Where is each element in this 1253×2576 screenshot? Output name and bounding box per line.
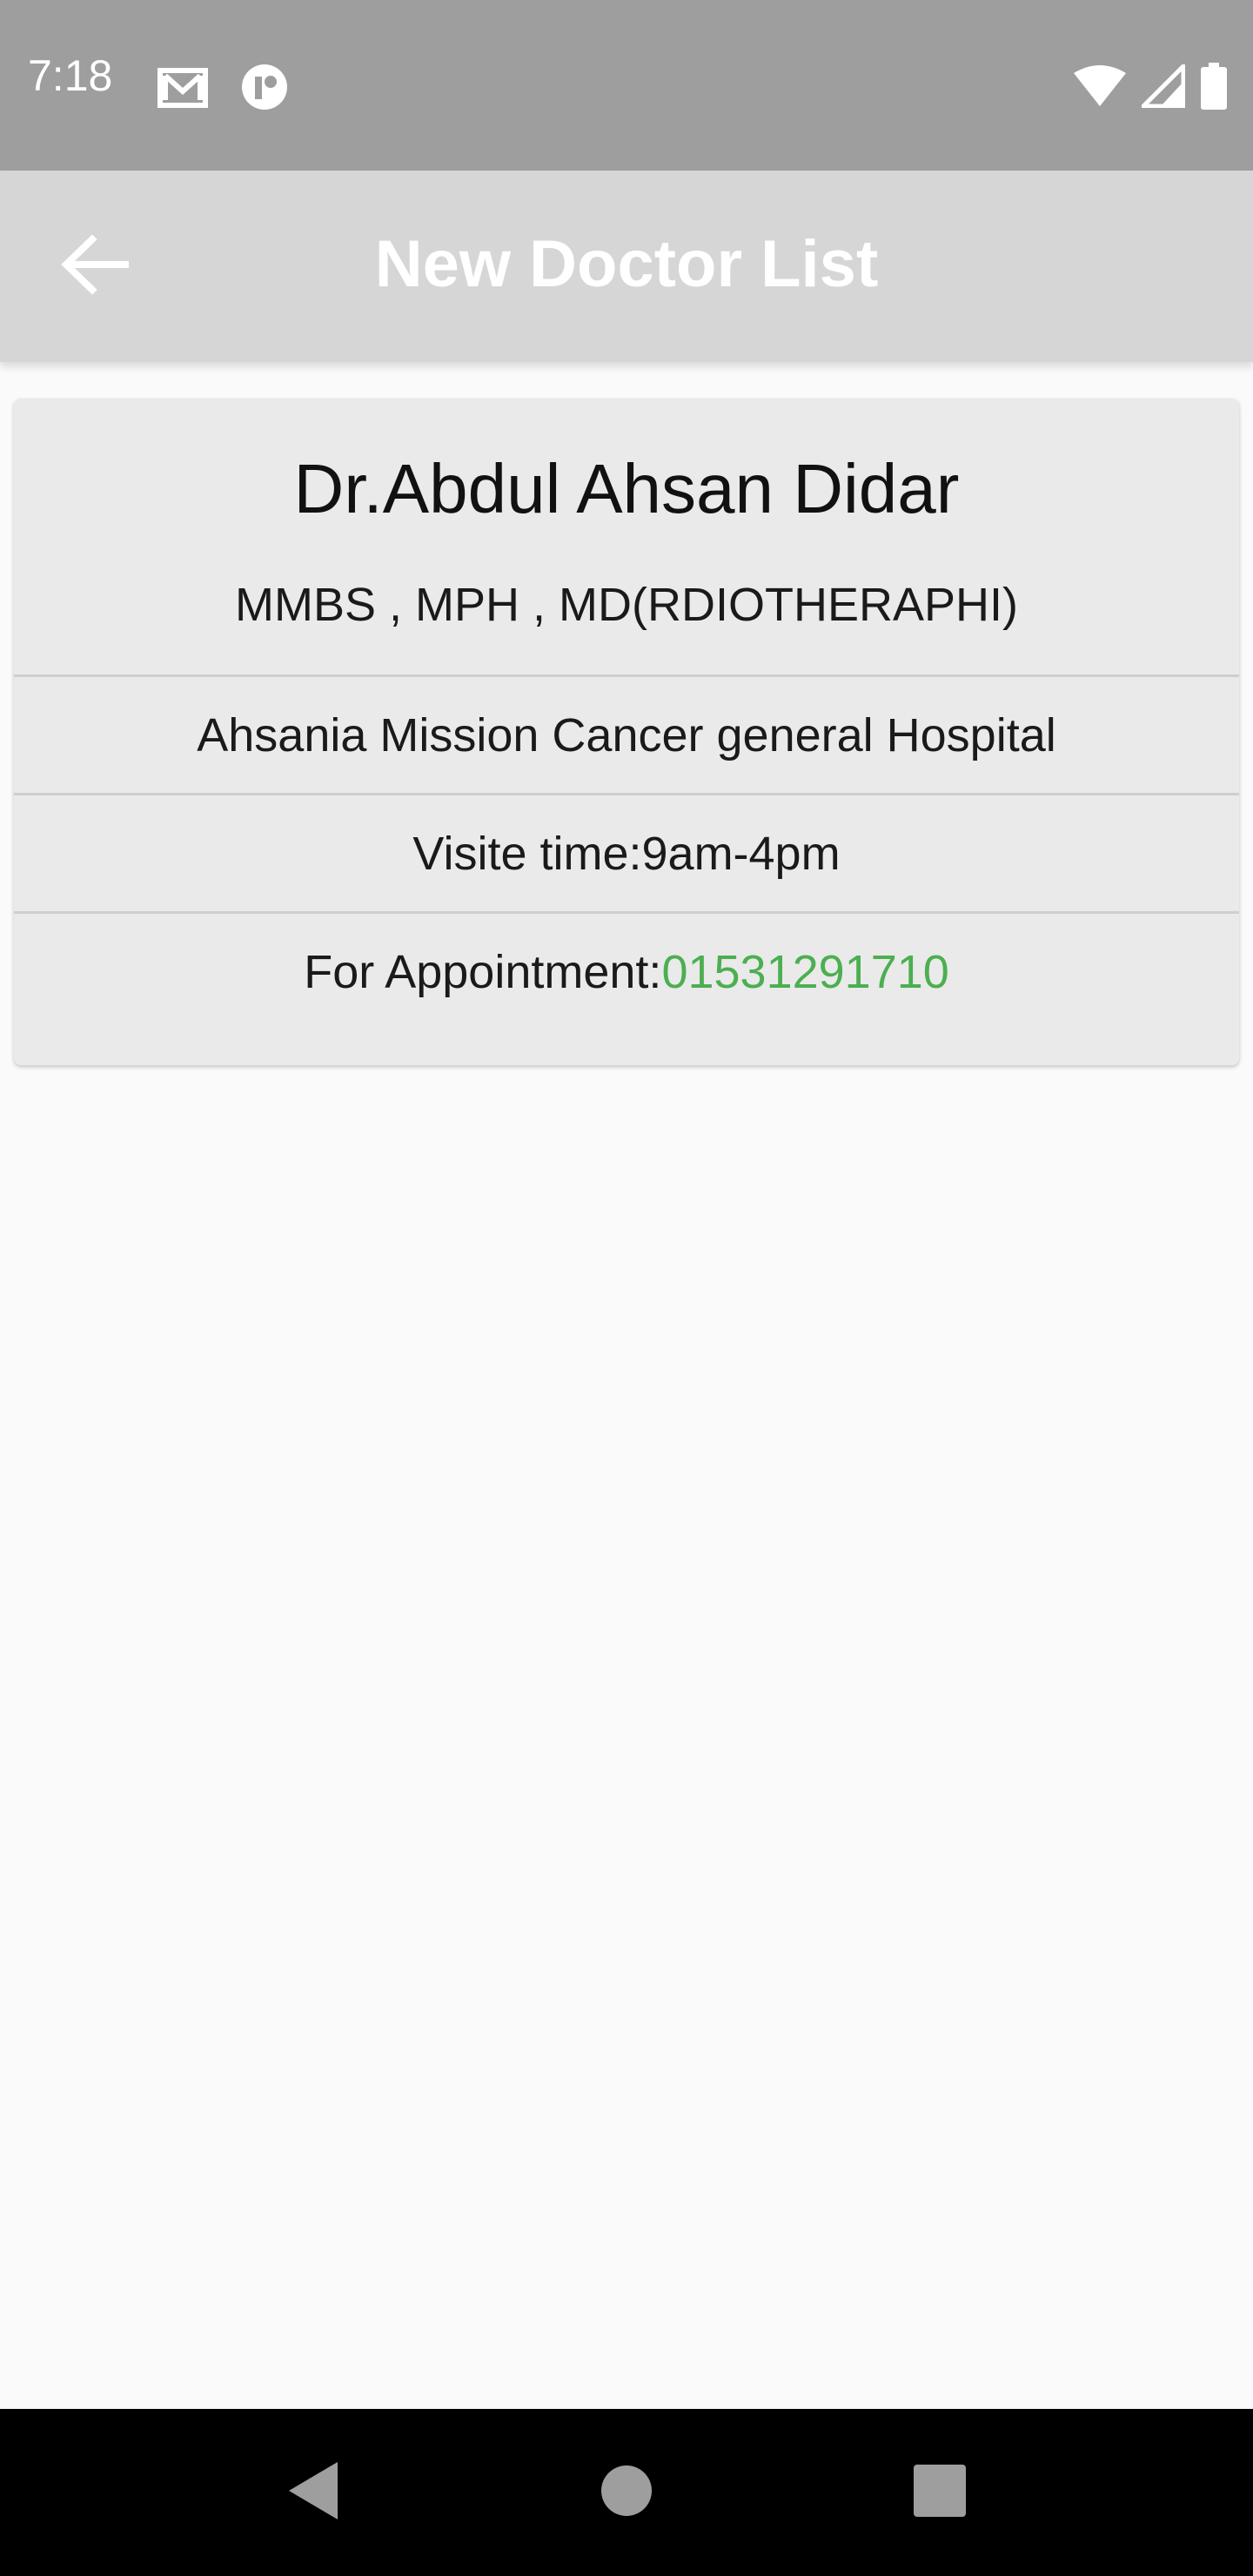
recents-square-icon	[914, 2464, 966, 2521]
app-notification-icon	[240, 63, 289, 116]
gmail-icon	[157, 65, 209, 113]
visit-time-row: Visite time:9am-4pm	[14, 795, 1239, 914]
visit-time: Visite time:9am-4pm	[412, 827, 841, 880]
status-time: 7:18	[28, 51, 113, 100]
back-triangle-icon	[285, 2460, 341, 2526]
nav-recents-button[interactable]	[905, 2458, 975, 2527]
status-bar: 7:18	[0, 0, 1253, 171]
appointment-label: For Appointment:	[304, 946, 662, 998]
appointment-phone-link[interactable]: 01531291710	[661, 945, 948, 999]
system-nav-bar	[0, 2409, 1253, 2576]
appointment-row: For Appointment: 01531291710	[14, 914, 1239, 1062]
page-title: New Doctor List	[374, 227, 879, 301]
doctor-degrees: MMBS , MPH , MD(RDIOTHERAPHI)	[235, 579, 1018, 631]
doctor-card-header: Dr.Abdul Ahsan Didar MMBS , MPH , MD(RDI…	[14, 399, 1239, 677]
nav-home-button[interactable]	[592, 2458, 661, 2527]
doctor-name: Dr.Abdul Ahsan Didar	[293, 450, 960, 527]
doctor-card[interactable]: Dr.Abdul Ahsan Didar MMBS , MPH , MD(RDI…	[14, 399, 1239, 1065]
app-bar: New Doctor List	[0, 171, 1253, 362]
home-circle-icon	[600, 2465, 653, 2521]
battery-icon	[1201, 63, 1227, 114]
nav-back-button[interactable]	[278, 2458, 348, 2527]
hospital-row: Ahsania Mission Cancer general Hospital	[14, 677, 1239, 795]
wifi-icon	[1074, 64, 1126, 112]
status-left-icons	[157, 63, 289, 116]
status-right-icons	[1074, 60, 1227, 114]
hospital-name: Ahsania Mission Cancer general Hospital	[197, 708, 1056, 761]
signal-icon	[1137, 60, 1186, 112]
